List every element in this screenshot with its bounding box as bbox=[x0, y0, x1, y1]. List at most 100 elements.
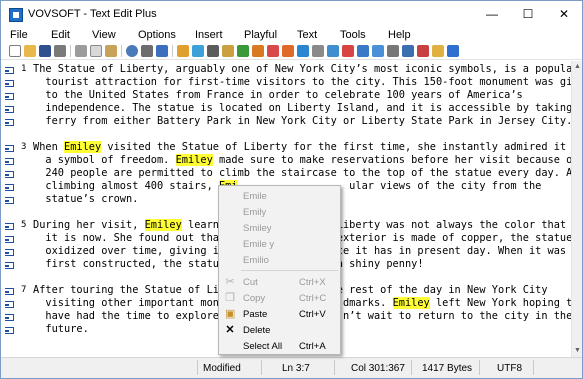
text-segment: future. bbox=[33, 323, 89, 335]
misspelled-word[interactable]: Emiley bbox=[175, 154, 213, 166]
menu-options[interactable]: Options bbox=[138, 29, 176, 41]
wrap-marker-icon bbox=[5, 91, 17, 100]
save-icon[interactable] bbox=[39, 45, 51, 57]
close-button[interactable]: ✕ bbox=[546, 1, 582, 28]
image-icon[interactable] bbox=[192, 45, 204, 57]
text-segment: climbing almost 400 stairs, bbox=[33, 180, 219, 192]
file-size: 1417 Bytes bbox=[422, 363, 473, 374]
cut-icon: ✂ bbox=[225, 276, 235, 288]
window-title: VOVSOFT - Text Edit Plus bbox=[28, 8, 157, 20]
text-segment: a symbol of freedom. bbox=[33, 154, 176, 166]
settings-icon[interactable] bbox=[402, 45, 414, 57]
text-segment: statue’s crown. bbox=[33, 193, 139, 205]
menu-help[interactable]: Help bbox=[388, 29, 411, 41]
copy-menu-item[interactable]: ❐ Copy Ctrl+C bbox=[219, 290, 340, 306]
menu-tools[interactable]: Tools bbox=[340, 29, 366, 41]
next-icon[interactable] bbox=[357, 45, 369, 57]
column-position: Col 301:367 bbox=[351, 363, 405, 374]
cut-menu-item[interactable]: ✂ Cut Ctrl+X bbox=[219, 274, 340, 290]
wrap-marker-icon bbox=[5, 195, 17, 204]
wrap-marker-icon bbox=[5, 234, 17, 243]
hash-icon[interactable] bbox=[387, 45, 399, 57]
text-line[interactable]: to the United States from France in orde… bbox=[33, 89, 522, 102]
calendar-icon[interactable] bbox=[417, 45, 429, 57]
text-segment: During her visit, bbox=[33, 219, 145, 231]
text-segment: made sure to make reservations before he… bbox=[212, 154, 571, 166]
color-icon[interactable] bbox=[267, 45, 279, 57]
misspelled-word[interactable]: Emiley bbox=[144, 219, 182, 231]
text-line[interactable]: The Statue of Liberty, arguably one of N… bbox=[33, 63, 571, 76]
suggestion-item[interactable]: Emile bbox=[219, 188, 340, 204]
wrap-marker-icon bbox=[5, 169, 17, 178]
lock-icon[interactable] bbox=[222, 45, 234, 57]
text-segment: ferry from either Battery Park in New Yo… bbox=[33, 115, 571, 127]
maximize-button[interactable]: ☐ bbox=[510, 1, 546, 28]
text-segment: tourist attraction for first-time visito… bbox=[33, 76, 571, 88]
text-segment: When bbox=[33, 141, 64, 153]
insert-icon[interactable] bbox=[177, 45, 189, 57]
scroll-up-icon[interactable]: ▲ bbox=[574, 63, 581, 70]
print-icon[interactable] bbox=[54, 45, 66, 57]
copy-icon[interactable] bbox=[90, 45, 102, 57]
wrap-marker-icon bbox=[5, 78, 17, 87]
paste-icon[interactable] bbox=[105, 45, 117, 57]
find-icon[interactable] bbox=[126, 45, 138, 57]
cut-icon[interactable] bbox=[75, 45, 87, 57]
menu-insert[interactable]: Insert bbox=[195, 29, 223, 41]
status-bar: Modified Ln 3:7 Col 301:367 1417 Bytes U… bbox=[1, 357, 582, 378]
minimize-button[interactable]: — bbox=[474, 1, 510, 28]
text-line[interactable]: statue’s crown. bbox=[33, 193, 138, 206]
text-line[interactable]: ferry from either Battery Park in New Yo… bbox=[33, 115, 571, 128]
new-file-icon[interactable] bbox=[9, 45, 21, 57]
paste-menu-item[interactable]: ▣ Paste Ctrl+V bbox=[219, 306, 340, 322]
open-folder-icon[interactable] bbox=[24, 45, 36, 57]
replace-icon[interactable] bbox=[141, 45, 153, 57]
info-icon[interactable] bbox=[447, 45, 459, 57]
align-icon[interactable] bbox=[342, 45, 354, 57]
delete-menu-item[interactable]: ✕ Delete bbox=[219, 322, 340, 338]
menu-view[interactable]: View bbox=[92, 29, 116, 41]
vertical-scrollbar[interactable]: ▲ ▼ bbox=[571, 61, 582, 357]
text-line[interactable]: future. bbox=[33, 323, 89, 336]
spellcheck-icon[interactable] bbox=[237, 45, 249, 57]
wrap-marker-icon bbox=[5, 156, 17, 165]
text-segment: visited the Statue of Liberty for the fi… bbox=[101, 141, 571, 153]
delete-icon: ✕ bbox=[225, 324, 235, 336]
app-icon bbox=[9, 8, 23, 22]
list-icon[interactable] bbox=[312, 45, 324, 57]
select-all-menu-item[interactable]: Select All Ctrl+A bbox=[219, 338, 340, 354]
suggestion-item[interactable]: Smiley bbox=[219, 220, 340, 236]
wrap-marker-icon bbox=[5, 143, 17, 152]
clock-icon[interactable] bbox=[432, 45, 444, 57]
sort-icon[interactable] bbox=[252, 45, 264, 57]
menu-file[interactable]: File bbox=[10, 29, 28, 41]
bookmark-icon[interactable] bbox=[372, 45, 384, 57]
text-line[interactable]: independence. The statue is located on L… bbox=[33, 102, 571, 115]
wrap-marker-icon bbox=[5, 286, 17, 295]
text-segment: 240 people are permitted to climb the st… bbox=[33, 167, 571, 179]
menu-edit[interactable]: Edit bbox=[51, 29, 70, 41]
misspelled-word[interactable]: Emiley bbox=[392, 297, 430, 309]
suggestion-item[interactable]: Emily bbox=[219, 204, 340, 220]
word-wrap-icon[interactable] bbox=[156, 45, 168, 57]
suggestion-item[interactable]: Emilio bbox=[219, 252, 340, 268]
modified-status: Modified bbox=[203, 363, 241, 374]
text-line[interactable]: a symbol of freedom. Emiley made sure to… bbox=[33, 154, 571, 167]
wrap-marker-icon bbox=[5, 247, 17, 256]
filter-icon[interactable] bbox=[297, 45, 309, 57]
scroll-down-icon[interactable]: ▼ bbox=[574, 347, 581, 354]
wrap-marker-icon bbox=[5, 325, 17, 334]
suggestion-item[interactable]: Emile y bbox=[219, 236, 340, 252]
menu-playful[interactable]: Playful bbox=[244, 29, 277, 41]
remove-icon[interactable] bbox=[327, 45, 339, 57]
text-segment: independence. The statue is located on L… bbox=[33, 102, 571, 114]
menu-text[interactable]: Text bbox=[297, 29, 317, 41]
calculator-icon[interactable] bbox=[207, 45, 219, 57]
brush-icon[interactable] bbox=[282, 45, 294, 57]
line-gutter: 1 3 5 7 bbox=[1, 61, 31, 357]
misspelled-word[interactable]: Emiley bbox=[64, 141, 102, 153]
text-line[interactable]: 240 people are permitted to climb the st… bbox=[33, 167, 571, 180]
text-line[interactable]: When Emiley visited the Statue of Libert… bbox=[33, 141, 571, 154]
text-line[interactable]: tourist attraction for first-time visito… bbox=[33, 76, 571, 89]
spelling-context-menu: Emile Emily Smiley Emile y Emilio ✂ Cut … bbox=[218, 185, 341, 355]
